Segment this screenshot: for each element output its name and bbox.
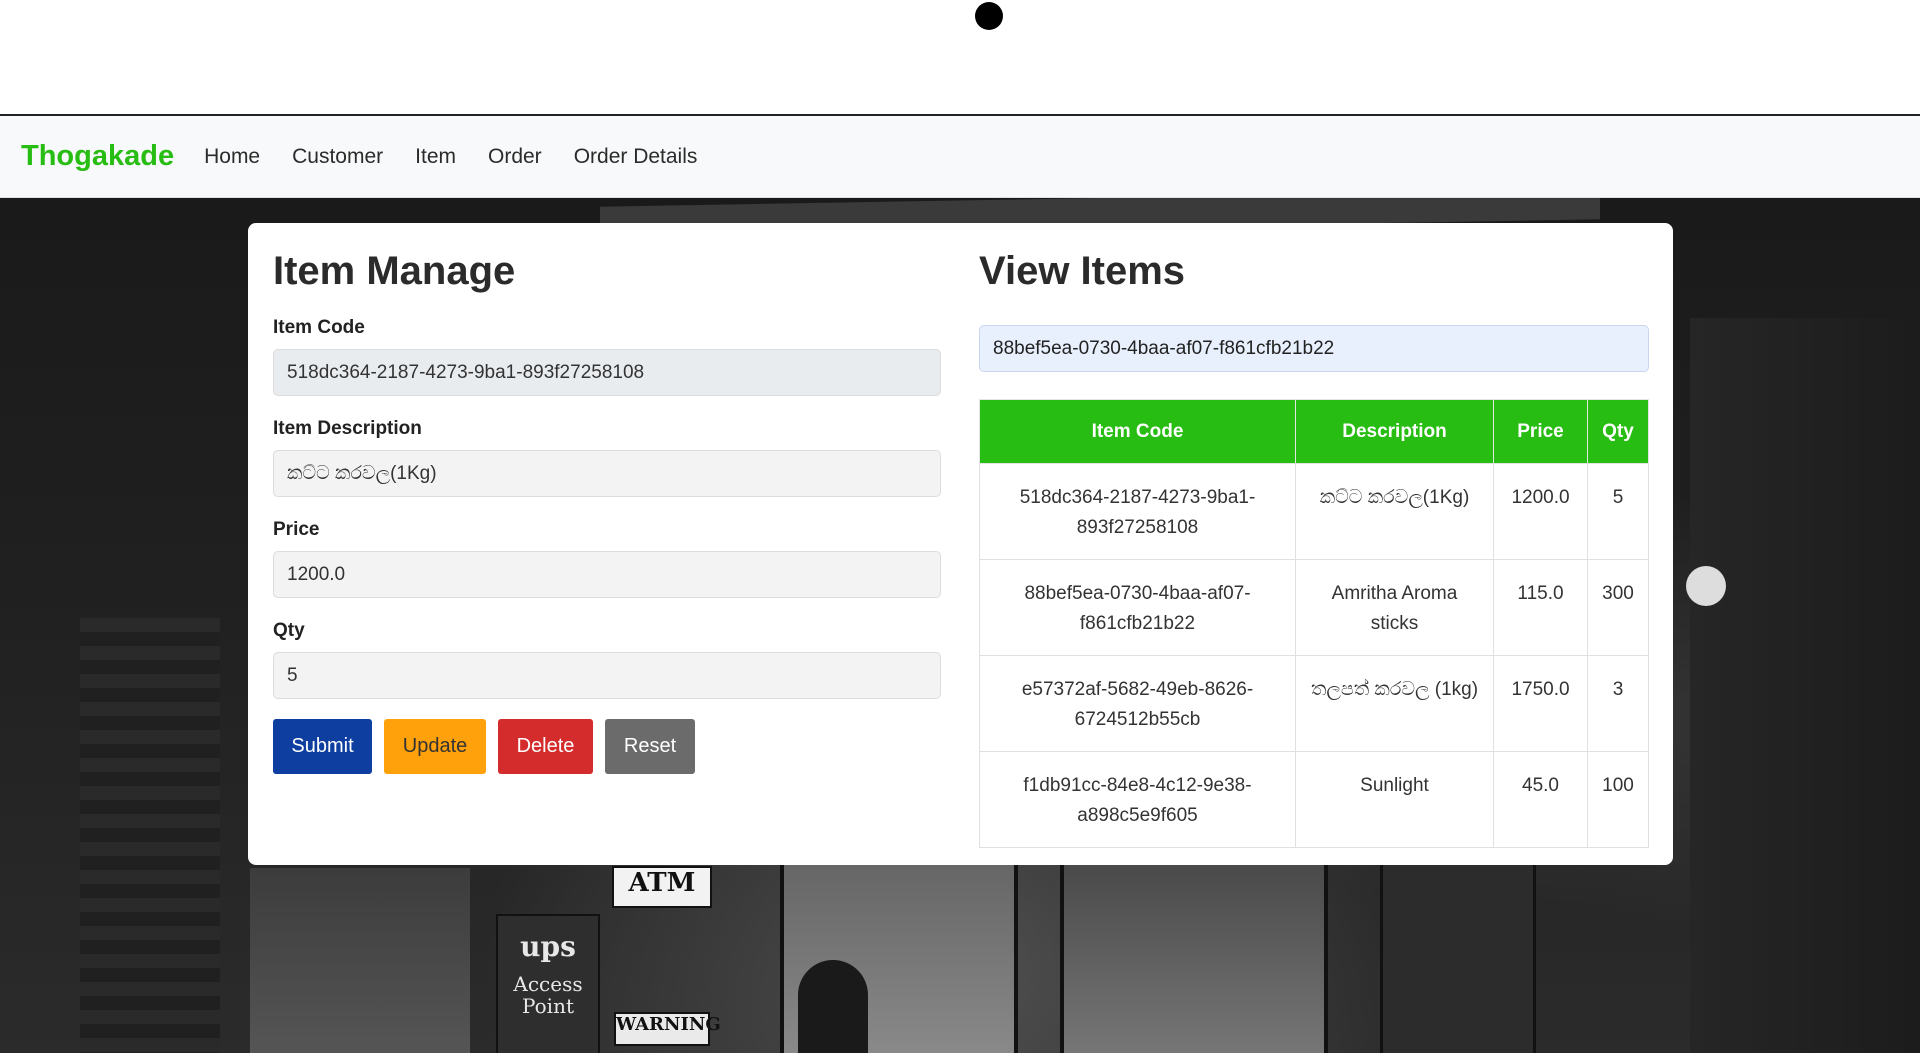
header-description: Description xyxy=(1295,399,1494,464)
bg-person xyxy=(798,960,868,1053)
bg-wall-right xyxy=(1690,318,1920,1053)
cell-qty: 300 xyxy=(1587,559,1649,656)
bg-atm-sign: ATM xyxy=(612,866,712,908)
header-qty: Qty xyxy=(1587,399,1649,464)
nav-home[interactable]: Home xyxy=(204,145,260,169)
bg-poster-left xyxy=(250,868,470,1053)
nav-order[interactable]: Order xyxy=(488,145,542,169)
cursor-dot xyxy=(975,2,1003,30)
item-code-label: Item Code xyxy=(273,317,365,338)
update-button[interactable]: Update xyxy=(384,719,486,774)
cell-description: තලපත් කරවල (1kg) xyxy=(1295,655,1494,752)
cell-price: 1750.0 xyxy=(1493,655,1588,752)
price-input[interactable] xyxy=(273,551,941,598)
qty-label: Qty xyxy=(273,620,305,641)
table-row[interactable]: e57372af-5682-49eb-8626-6724512b55cb තලප… xyxy=(979,655,1649,752)
top-blank-area xyxy=(0,0,1920,116)
nav-item[interactable]: Item xyxy=(415,145,456,169)
nav-customer[interactable]: Customer xyxy=(292,145,383,169)
content-card: Item Manage Item Code Item Description P… xyxy=(248,223,1673,865)
view-items-section: View Items Item Code Description Price Q… xyxy=(979,247,1649,848)
cell-description: කට්ට කරවල(1Kg) xyxy=(1295,463,1494,560)
form-buttons: Submit Update Delete Reset xyxy=(273,719,941,774)
search-input[interactable] xyxy=(979,325,1649,372)
cell-qty: 100 xyxy=(1587,751,1649,848)
cell-price: 115.0 xyxy=(1493,559,1588,656)
cell-qty: 3 xyxy=(1587,655,1649,752)
navbar: Thogakade Home Customer Item Order Order… xyxy=(0,116,1920,198)
brand-logo[interactable]: Thogakade xyxy=(21,140,174,173)
view-items-title: View Items xyxy=(979,249,1186,293)
bg-access-point-text: Access Point xyxy=(513,972,583,1018)
cell-qty: 5 xyxy=(1587,463,1649,560)
bg-window-right xyxy=(1060,838,1328,1053)
nav-order-details[interactable]: Order Details xyxy=(574,145,698,169)
bg-ups-sign: ups Access Point xyxy=(496,914,600,1053)
bg-sticker xyxy=(1686,566,1726,606)
cell-price: 45.0 xyxy=(1493,751,1588,848)
item-description-label: Item Description xyxy=(273,418,422,439)
cell-description: Amritha Aroma sticks xyxy=(1295,559,1494,656)
header-price: Price xyxy=(1493,399,1588,464)
cell-item-code: 88bef5ea-0730-4baa-af07-f861cfb21b22 xyxy=(979,559,1296,656)
qty-input[interactable] xyxy=(273,652,941,699)
reset-button[interactable]: Reset xyxy=(605,719,695,774)
bg-pillar-left xyxy=(80,618,220,1053)
table-row[interactable]: f1db91cc-84e8-4c12-9e38-a898c5e9f605 Sun… xyxy=(979,751,1649,848)
item-code-input[interactable] xyxy=(273,349,941,396)
cell-item-code: f1db91cc-84e8-4c12-9e38-a898c5e9f605 xyxy=(979,751,1296,848)
cell-item-code: e57372af-5682-49eb-8626-6724512b55cb xyxy=(979,655,1296,752)
cell-price: 1200.0 xyxy=(1493,463,1588,560)
table-header-row: Item Code Description Price Qty xyxy=(979,399,1649,464)
submit-button[interactable]: Submit xyxy=(273,719,372,774)
cell-description: Sunlight xyxy=(1295,751,1494,848)
item-manage-section: Item Manage Item Code Item Description P… xyxy=(273,247,941,774)
table-row[interactable]: 88bef5ea-0730-4baa-af07-f861cfb21b22 Amr… xyxy=(979,559,1649,656)
bg-warning-sign: WARNING xyxy=(614,1012,721,1046)
cell-item-code: 518dc364-2187-4273-9ba1-893f27258108 xyxy=(979,463,1296,560)
items-table: Item Code Description Price Qty 518dc364… xyxy=(979,399,1649,848)
bg-door-right xyxy=(1380,838,1536,1053)
table-row[interactable]: 518dc364-2187-4273-9ba1-893f27258108 කට්… xyxy=(979,463,1649,560)
price-label: Price xyxy=(273,519,320,540)
item-description-input[interactable] xyxy=(273,450,941,497)
item-manage-title: Item Manage xyxy=(273,249,516,293)
bg-ups-logo: ups xyxy=(520,930,576,963)
header-item-code: Item Code xyxy=(979,399,1296,464)
delete-button[interactable]: Delete xyxy=(498,719,593,774)
